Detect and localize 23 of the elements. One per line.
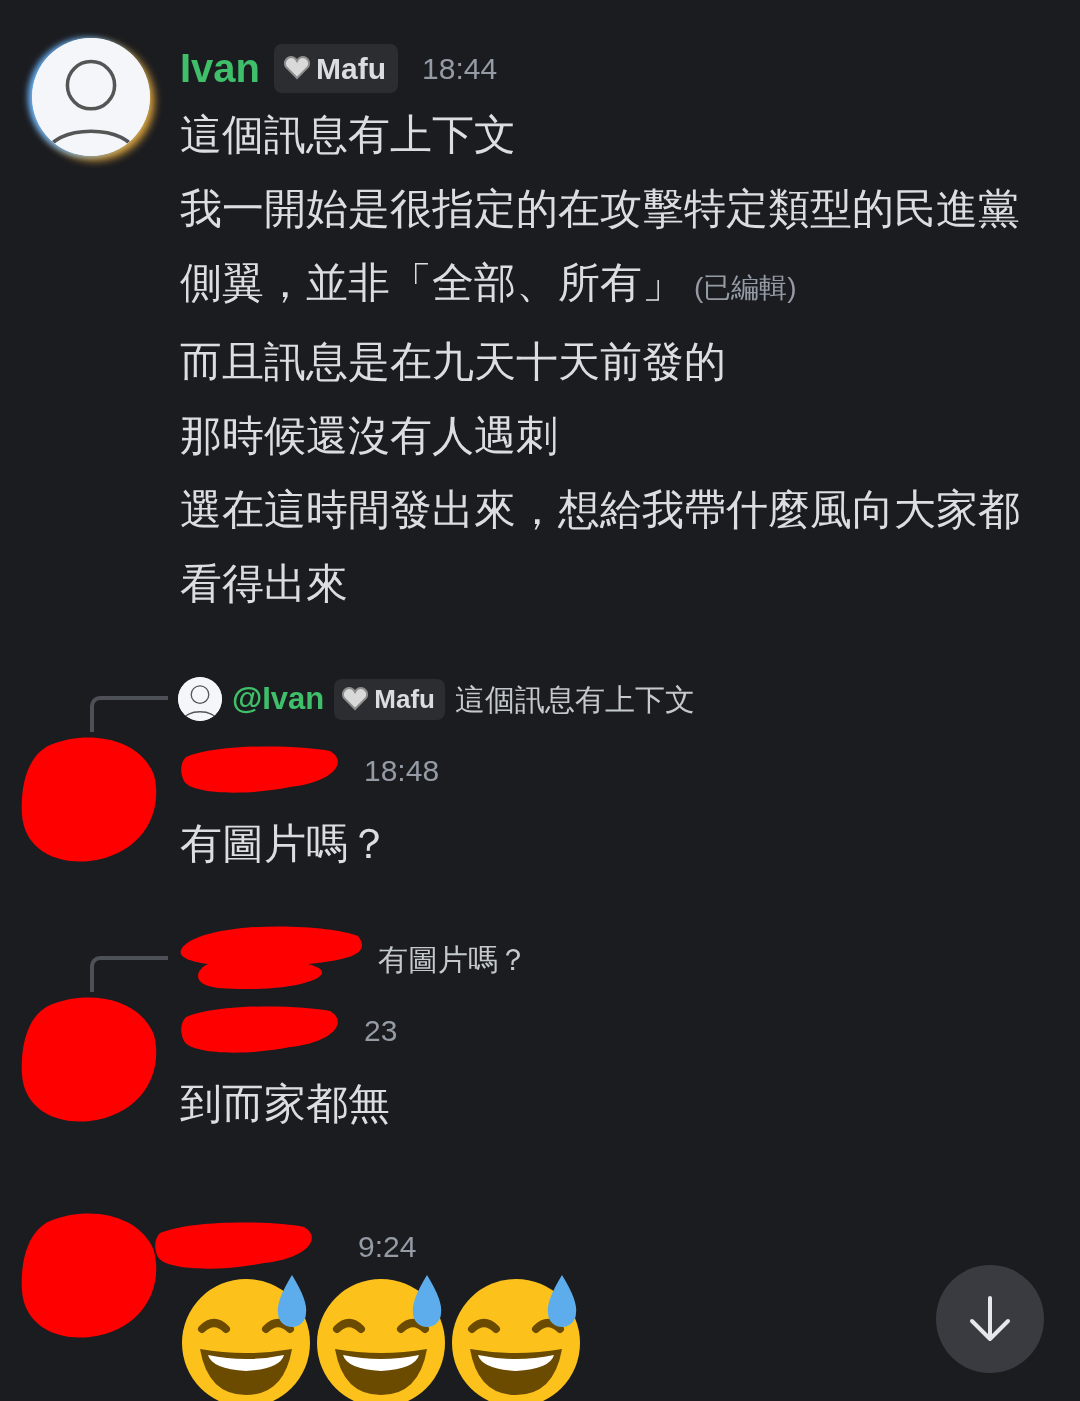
timestamp: 9:24 <box>358 1228 417 1265</box>
heart-icon <box>284 56 311 80</box>
message-text: 到而家都無 <box>180 1079 391 1129</box>
message-text: 這個訊息有上下文 <box>180 110 517 160</box>
heart-icon <box>342 687 369 711</box>
message-text: 那時候還沒有人遇刺 <box>180 411 559 461</box>
message-text: 我一開始是很指定的在攻擊特定類型的民進黨側翼，並非「全部、所有」 (已編輯) <box>180 184 1021 308</box>
role-name: Mafu <box>374 682 435 716</box>
role-name: Mafu <box>316 50 387 87</box>
timestamp: 18:48 <box>364 752 440 789</box>
reply-author[interactable]: @Ivan <box>232 675 325 723</box>
reply-preview[interactable]: 這個訊息有上下文 <box>454 676 695 722</box>
message-text: 而且訊息是在九天十天前發的 <box>180 337 727 387</box>
message-text: 選在這時間發出來，想給我帶什麼風向大家都看得出來 <box>180 485 1021 609</box>
timestamp: 23 <box>364 1012 398 1049</box>
avatar[interactable] <box>178 677 222 721</box>
username[interactable]: Ivan <box>180 38 261 98</box>
reply-preview[interactable]: 有圖片嗎？ <box>378 936 528 982</box>
avatar[interactable] <box>32 38 150 156</box>
arrow-down-icon <box>968 1295 1012 1343</box>
edited-label: (已編輯) <box>694 272 797 303</box>
timestamp: 18:44 <box>422 50 498 87</box>
message-text: 有圖片嗎？ <box>180 819 391 869</box>
